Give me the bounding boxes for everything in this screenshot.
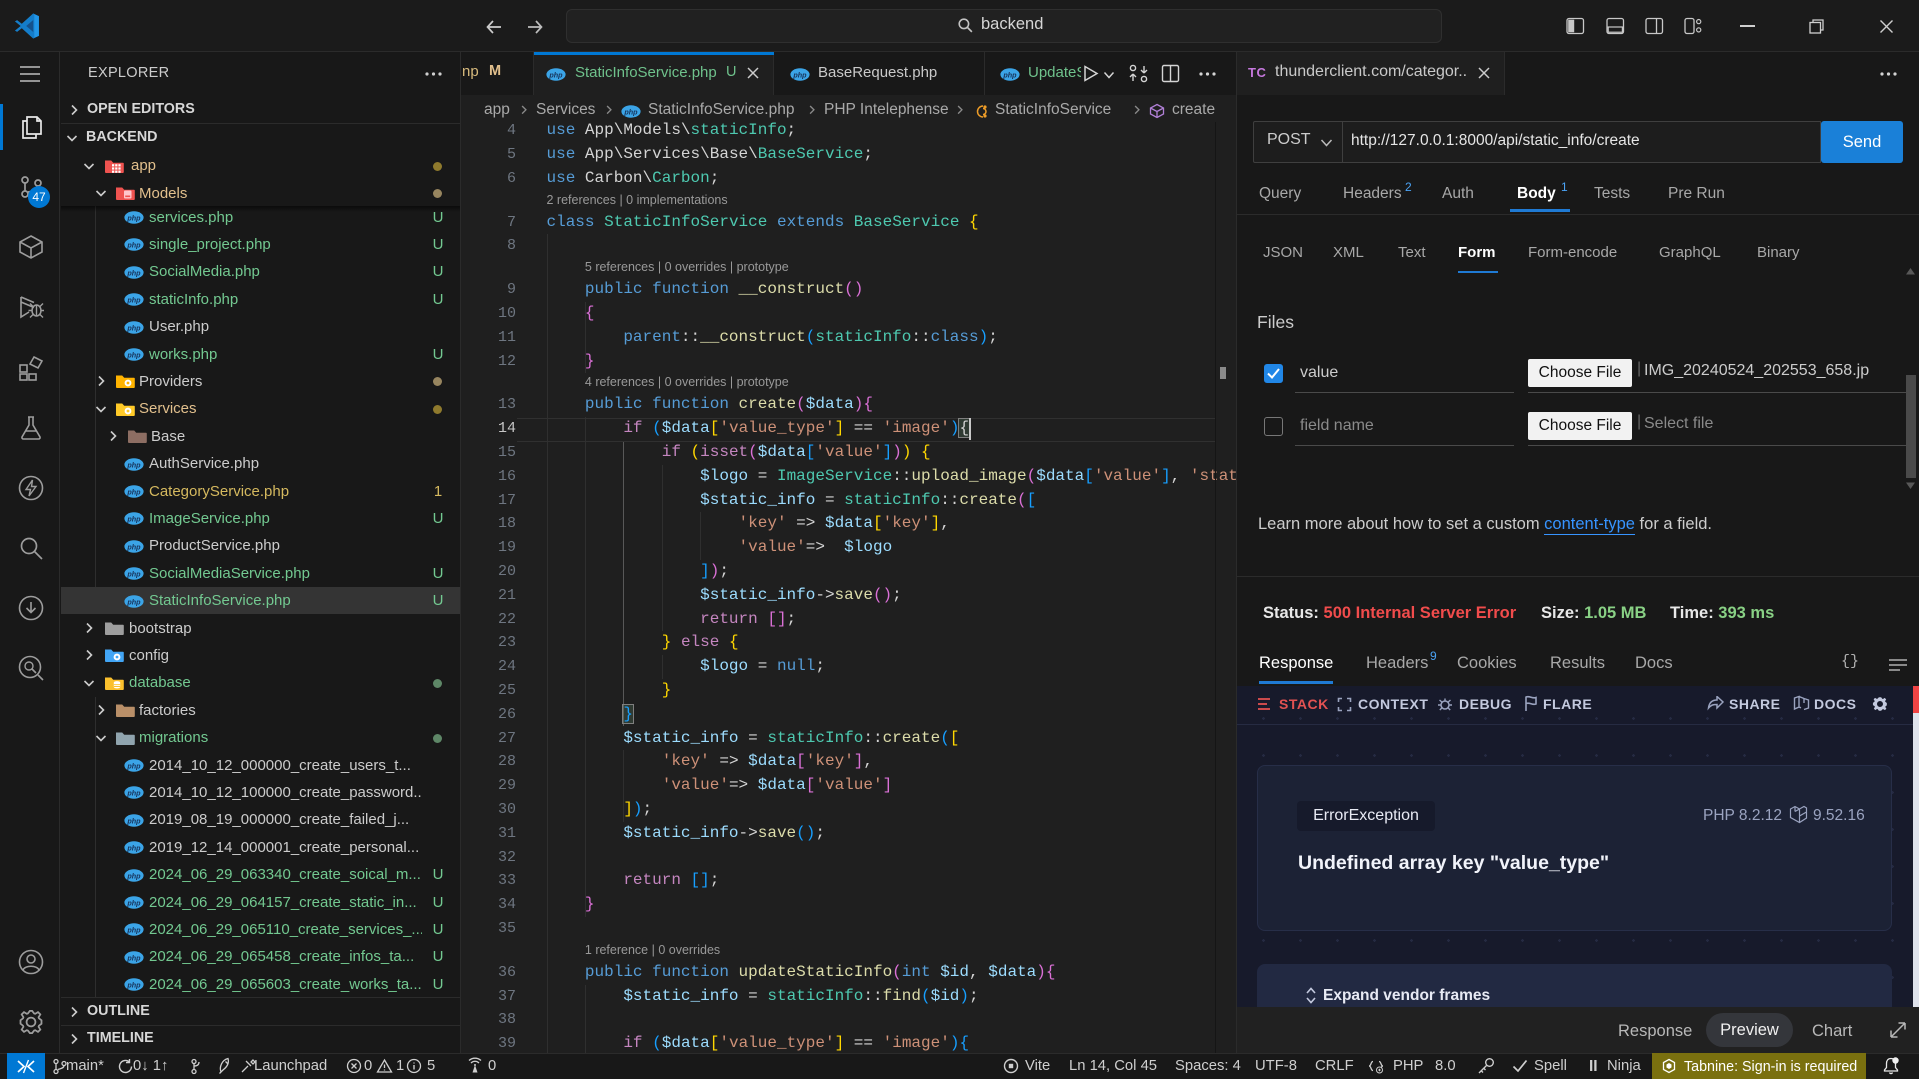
svg-text:php: php — [126, 843, 141, 852]
svg-text:php: php — [126, 816, 141, 825]
svg-text:php: php — [126, 926, 141, 935]
svg-text:php: php — [126, 295, 141, 304]
svg-text:php: php — [126, 268, 141, 277]
svg-text:php: php — [126, 542, 141, 551]
svg-text:php: php — [126, 569, 141, 578]
svg-text:php: php — [126, 460, 141, 469]
svg-text:php: php — [126, 487, 141, 496]
svg-text:php: php — [1002, 70, 1017, 79]
svg-text:php: php — [126, 761, 141, 770]
svg-text:php: php — [548, 70, 563, 79]
svg-text:php: php — [126, 789, 141, 798]
svg-text:php: php — [126, 953, 141, 962]
svg-text:php: php — [126, 213, 141, 222]
svg-text:php: php — [792, 70, 807, 79]
svg-text:php: php — [126, 323, 141, 332]
svg-text:php: php — [623, 107, 638, 116]
svg-text:php: php — [126, 898, 141, 907]
svg-text:php: php — [126, 350, 141, 359]
svg-text:php: php — [126, 980, 141, 989]
svg-text:php: php — [126, 515, 141, 524]
svg-text:php: php — [126, 241, 141, 250]
svg-text:php: php — [126, 871, 141, 880]
svg-text:php: php — [126, 597, 141, 606]
